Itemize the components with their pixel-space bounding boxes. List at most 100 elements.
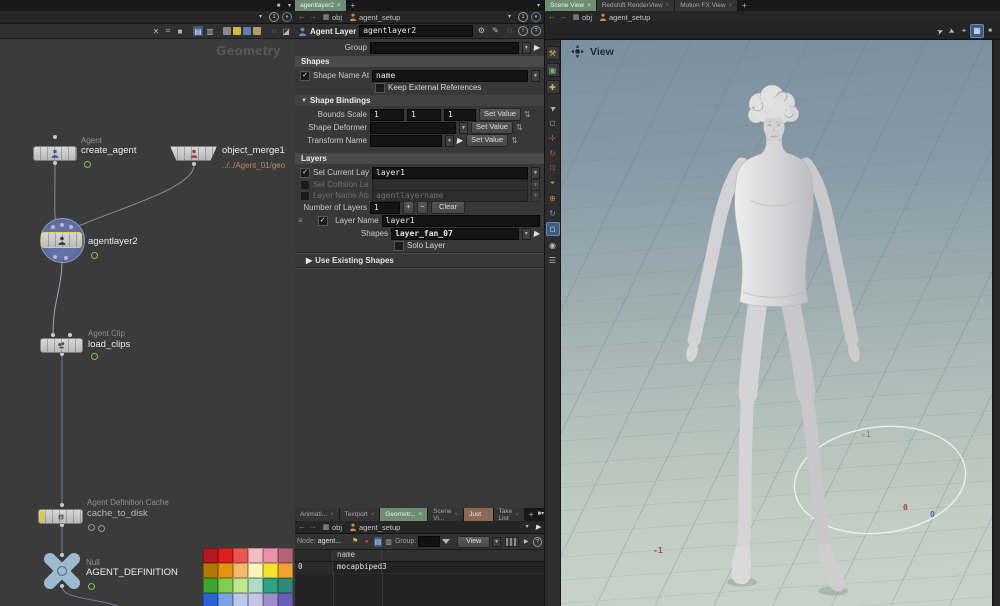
palette-swatch[interactable] [278, 593, 293, 606]
close-icon[interactable]: × [337, 3, 341, 9]
expand-arrow-icon[interactable]: ▶ [521, 536, 531, 547]
breadcrumb-obj[interactable]: ▦ obj [320, 13, 344, 22]
dropdown-button[interactable]: ▼ [445, 135, 454, 147]
gear-icon[interactable]: ⚙ [476, 26, 487, 37]
tab-motion-fx-view[interactable]: Motion FX View× [675, 0, 738, 11]
node-badge[interactable] [98, 525, 105, 532]
tab-take-list[interactable]: Take List× [494, 508, 525, 521]
solid-square-icon[interactable]: ■ [175, 26, 185, 36]
dropdown-button[interactable]: ▼ [459, 122, 468, 134]
name-column-header[interactable]: name [333, 550, 382, 561]
palette-swatch[interactable] [278, 548, 293, 563]
pose-tool-icon[interactable]: ⌖ [547, 177, 559, 189]
snap-toggle-icon[interactable]: ▦ [970, 24, 984, 38]
prims-mode-icon[interactable]: ▥ [384, 537, 393, 547]
node-agentlayer2[interactable] [41, 232, 82, 248]
select-tool-icon[interactable]: ➤ [545, 100, 561, 116]
back-arrow-icon[interactable]: ← [298, 523, 306, 531]
close-icon[interactable]: × [484, 512, 488, 518]
target-tool-icon[interactable]: ◉ [547, 239, 559, 251]
scale-tool-icon[interactable]: ⊡ [547, 162, 559, 174]
section-shape-bindings[interactable]: ▼ Shape Bindings [295, 95, 544, 106]
node-name[interactable]: agentlayer2 [88, 236, 138, 247]
section-layers[interactable]: Layers [295, 153, 544, 164]
link-group-badge[interactable]: 1 [518, 12, 528, 22]
palette-swatch[interactable] [248, 563, 263, 578]
palette-swatch[interactable] [203, 593, 218, 606]
select-arrow-button[interactable]: ▶ [456, 136, 463, 145]
node-name[interactable]: create_agent [81, 145, 136, 156]
palette-swatch[interactable] [248, 548, 263, 563]
intrinsics-toggle[interactable] [505, 537, 519, 547]
node-badge[interactable] [91, 252, 98, 259]
checkbox-checked[interactable]: ✓ [300, 168, 310, 178]
palette-swatch[interactable] [263, 593, 278, 606]
node-object-merge1[interactable] [170, 146, 217, 161]
bounds-z-field[interactable]: 1 [444, 109, 476, 121]
breadcrumb-agent-setup[interactable]: agent_setup [597, 13, 652, 22]
palette-swatch[interactable] [248, 578, 263, 593]
help-icon[interactable]: ? [533, 537, 542, 547]
dropdown-button[interactable]: ▼ [522, 42, 531, 54]
chevron-down-icon[interactable]: ▾ [533, 0, 544, 11]
spinner-icon[interactable]: ⇅ [524, 110, 531, 119]
checkbox-disabled[interactable] [300, 180, 310, 190]
number-of-layers-field[interactable]: 1 [370, 202, 400, 214]
node-badge[interactable] [84, 161, 91, 168]
pane-split-icon[interactable]: ■ [273, 0, 284, 11]
current-tool-indicator[interactable]: View [571, 45, 614, 58]
transform-name-field[interactable] [370, 135, 442, 147]
magnifier-icon[interactable]: ◌ [269, 26, 279, 36]
node-name[interactable]: cache_to_disk [87, 508, 148, 519]
view-tool-icon[interactable]: ◻ [546, 222, 560, 236]
palette-swatch[interactable] [218, 578, 233, 593]
breadcrumb-agent-setup[interactable]: agent_setup [347, 13, 402, 22]
forward-arrow-icon[interactable]: → [309, 13, 317, 21]
palette-swatch[interactable] [278, 578, 293, 593]
palette-swatch[interactable] [218, 563, 233, 578]
forward-arrow-icon[interactable]: → [559, 13, 567, 21]
tool-add-icon[interactable]: ✚ [546, 80, 560, 94]
pin-icon[interactable]: ● [282, 12, 292, 22]
palette-swatch[interactable] [248, 593, 263, 606]
tool-grid-icon[interactable]: ▣ [546, 63, 560, 77]
checkbox-checked[interactable]: ✓ [300, 71, 310, 81]
new-tab-button[interactable]: + [347, 0, 360, 11]
hierarchy-icon[interactable]: ⌗ [163, 26, 173, 36]
area-select-icon[interactable]: ⌖ [958, 25, 970, 37]
breadcrumb-obj[interactable]: ▦ obj [320, 523, 344, 532]
select-arrow-button[interactable]: ▶ [533, 229, 540, 238]
shape-deformer-field[interactable] [370, 122, 456, 134]
info-icon[interactable]: i [518, 26, 528, 36]
tools-icon[interactable]: ✕ [151, 26, 161, 36]
drag-handle-icon[interactable]: ≡ [298, 216, 303, 225]
select-arrow-button[interactable]: ▶ [533, 43, 540, 52]
set-value-button[interactable]: Set Value [479, 108, 521, 121]
clear-layers-button[interactable]: Clear [431, 201, 465, 214]
viewport-canvas[interactable]: View -1 -1 0 0 [561, 40, 992, 606]
index-column-header[interactable] [295, 550, 333, 561]
add-layer-button[interactable]: + [403, 201, 414, 214]
palette-swatch[interactable] [203, 548, 218, 563]
tab-just[interactable]: Just× [464, 508, 493, 521]
palette-swatch[interactable] [233, 563, 248, 578]
bounds-x-field[interactable]: 1 [370, 109, 404, 121]
dropdown-button[interactable]: ▼ [522, 228, 531, 240]
palette-swatch[interactable] [233, 548, 248, 563]
points-mode-icon[interactable]: ▤ [374, 537, 383, 547]
spinner-icon[interactable]: ⇅ [516, 123, 523, 132]
bounds-y-field[interactable]: 1 [407, 109, 441, 121]
checkbox-checked[interactable]: ✓ [318, 216, 328, 226]
set-value-button[interactable]: Set Value [466, 134, 508, 147]
group-field[interactable] [370, 42, 519, 54]
output-flag[interactable] [40, 511, 44, 522]
hand-tool-icon[interactable]: ☰ [547, 254, 559, 266]
close-icon[interactable]: × [729, 3, 733, 9]
node-name[interactable]: object_merge1 [222, 145, 285, 156]
palette-swatch[interactable] [263, 563, 278, 578]
palette-swatch[interactable] [263, 548, 278, 563]
remove-layer-button[interactable]: − [417, 201, 428, 214]
node-badge[interactable] [88, 583, 95, 590]
chevron-down-icon[interactable]: ▾ [504, 12, 515, 23]
pin-icon[interactable]: ● [531, 12, 541, 22]
